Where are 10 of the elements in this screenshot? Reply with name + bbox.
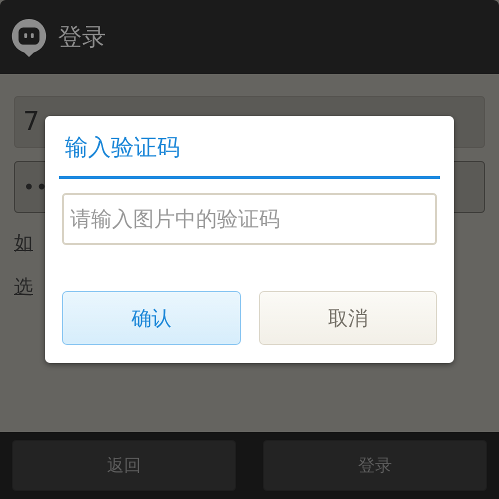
- dialog-title: 输入验证码: [64, 134, 181, 163]
- confirm-button[interactable]: 确认: [62, 291, 240, 345]
- cancel-button[interactable]: 取消: [258, 291, 437, 345]
- captcha-input-field[interactable]: 请输入图片中的验证码: [62, 193, 437, 245]
- app-title: 登录: [58, 22, 106, 53]
- bottom-button[interactable]: 登录: [263, 440, 487, 491]
- link[interactable]: 选: [14, 274, 33, 300]
- chat-bubble-icon: [10, 17, 48, 57]
- bottom-button[interactable]: 返回: [12, 440, 236, 491]
- link[interactable]: 如: [14, 230, 33, 256]
